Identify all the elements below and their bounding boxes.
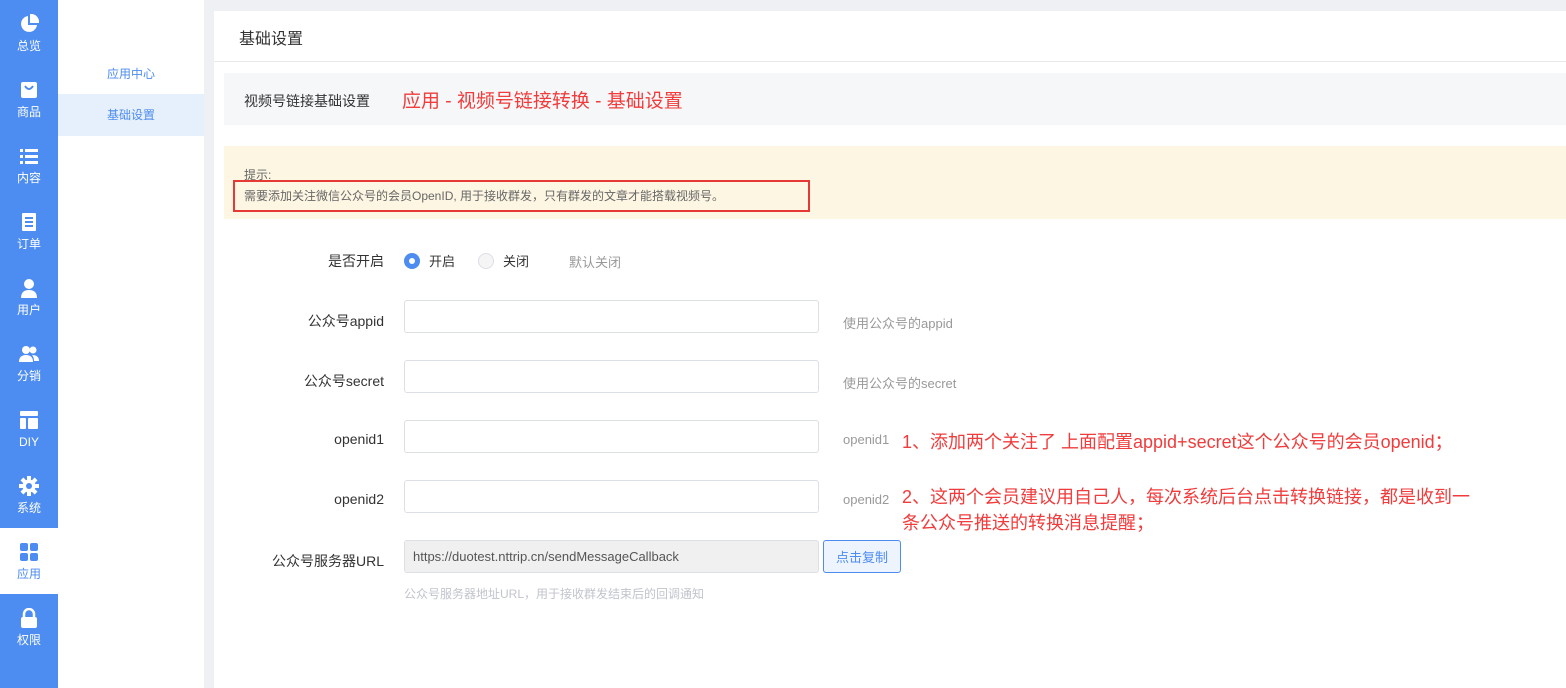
nav-item-label: 订单 xyxy=(16,236,41,251)
page-title: 基础设置 xyxy=(239,31,304,48)
main-nav: 总览 商品 内容 订单 用户 分销 DIY 系统 应用 权限 xyxy=(0,0,58,688)
server-url-input[interactable] xyxy=(404,540,819,573)
openid1-label: openid1 xyxy=(334,431,384,447)
submenu-item-basic-settings[interactable]: 基础设置 xyxy=(58,94,204,136)
nav-item-label: 权限 xyxy=(16,632,41,647)
submenu-item-app-center[interactable]: 应用中心 xyxy=(58,53,204,95)
nav-item-label: 内容 xyxy=(16,170,41,185)
tip-text: 需要添加关注微信公众号的会员OpenID, 用于接收群发，只有群发的文章才能搭载… xyxy=(244,189,725,203)
openid1-hint: openid1 xyxy=(843,432,890,447)
section-header: 视频号链接基础设置 应用 - 视频号链接转换 - 基础设置 xyxy=(224,73,1566,125)
secret-input[interactable] xyxy=(404,360,819,393)
annotation-note-2-line-1: 2、这两个会员建议用自己人，每次系统后台点击转换链接，都是收到一 xyxy=(902,487,1471,507)
nav-item-label: DIY xyxy=(18,434,39,449)
nav-item-label: 分销 xyxy=(16,368,41,383)
nav-item-label: 总览 xyxy=(16,38,41,53)
radio-enable-on[interactable]: 开启 xyxy=(404,251,455,270)
server-url-label: 公众号服务器URL xyxy=(271,553,384,569)
nav-item-content[interactable]: 内容 xyxy=(0,132,58,198)
server-url-description: 公众号服务器地址URL，用于接收群发结束后的回调通知 xyxy=(404,587,705,601)
openid2-input[interactable] xyxy=(404,480,819,513)
tip-box: 提示: 需要添加关注微信公众号的会员OpenID, 用于接收群发，只有群发的文章… xyxy=(224,146,1566,219)
nav-item-diy[interactable]: DIY xyxy=(0,396,58,462)
nav-item-permissions[interactable]: 权限 xyxy=(0,594,58,660)
pie-chart-icon xyxy=(21,13,39,32)
radio-dot xyxy=(404,252,420,269)
radio-enable-off[interactable]: 关闭 xyxy=(478,251,529,270)
section-annotation: 应用 - 视频号链接转换 - 基础设置 xyxy=(402,91,683,112)
lock-icon xyxy=(21,607,37,628)
document-icon xyxy=(22,212,36,231)
shopping-bag-icon xyxy=(21,81,37,98)
title-divider xyxy=(214,61,1566,62)
nav-item-users[interactable]: 用户 xyxy=(0,264,58,330)
nav-item-products[interactable]: 商品 xyxy=(0,66,58,132)
appid-label: 公众号appid xyxy=(307,313,384,329)
openid2-label: openid2 xyxy=(334,491,384,507)
nav-item-distribution[interactable]: 分销 xyxy=(0,330,58,396)
appid-input[interactable] xyxy=(404,300,819,333)
secret-hint: 使用公众号的secret xyxy=(843,376,957,391)
enable-hint: 默认关闭 xyxy=(569,255,622,270)
radio-dot xyxy=(478,252,494,269)
enable-label: 是否开启 xyxy=(328,253,384,269)
nav-item-system[interactable]: 系统 xyxy=(0,462,58,528)
secondary-menu: 应用中心 基础设置 xyxy=(58,0,204,688)
apps-grid-icon xyxy=(20,542,38,561)
layout-icon xyxy=(20,410,38,429)
list-icon xyxy=(20,148,38,164)
copy-url-button[interactable]: 点击复制 xyxy=(823,540,901,573)
gear-icon xyxy=(19,475,39,496)
user-icon xyxy=(21,278,37,298)
annotation-note-2-line-2: 条公众号推送的转换消息提醒； xyxy=(902,513,1154,533)
openid2-hint: openid2 xyxy=(843,492,890,507)
nav-item-label: 系统 xyxy=(16,500,41,515)
radio-label: 开启 xyxy=(429,254,456,269)
openid1-input[interactable] xyxy=(404,420,819,453)
nav-item-label: 应用 xyxy=(16,566,41,581)
nav-item-orders[interactable]: 订单 xyxy=(0,198,58,264)
main-panel: 基础设置 视频号链接基础设置 应用 - 视频号链接转换 - 基础设置 提示: 需… xyxy=(214,11,1566,688)
users-icon xyxy=(19,345,39,362)
nav-item-label: 商品 xyxy=(16,104,41,119)
section-title: 视频号链接基础设置 xyxy=(244,93,370,109)
nav-item-label: 用户 xyxy=(16,302,41,317)
secret-label: 公众号secret xyxy=(303,373,384,389)
nav-item-apps[interactable]: 应用 xyxy=(0,528,58,594)
radio-label: 关闭 xyxy=(503,254,530,269)
appid-hint: 使用公众号的appid xyxy=(843,316,953,331)
annotation-note-1: 1、添加两个关注了 上面配置appid+secret这个公众号的会员openid… xyxy=(902,432,1453,452)
nav-item-overview[interactable]: 总览 xyxy=(0,0,58,66)
